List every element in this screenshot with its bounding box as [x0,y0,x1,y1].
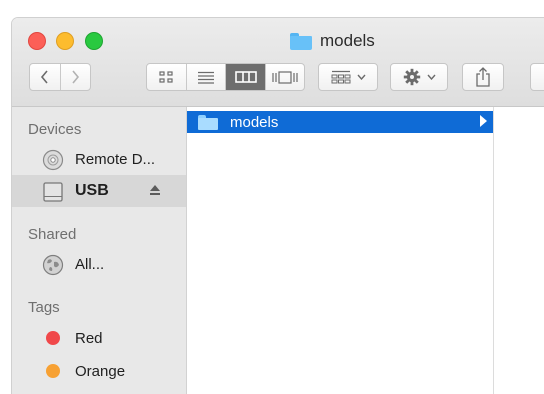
share-button[interactable] [462,63,504,91]
network-globe-icon [42,254,64,276]
sidebar-item-label: USB [75,182,109,199]
sidebar-item-tag-red[interactable]: Red [12,322,186,354]
chevron-down-icon [356,74,366,80]
finder-window: models Devices Remote D... USB Shared Al… [12,18,544,394]
arrange-button[interactable] [318,63,378,91]
folder-icon [198,114,218,130]
view-mode-control [146,63,305,91]
window-title: models [290,30,375,52]
sidebar-header-tags: Tags [28,299,60,316]
sidebar-header-shared: Shared [28,226,77,243]
sidebar-item-label: Red [75,329,103,347]
sidebar-item-label: Remote D... [75,150,156,168]
sidebar-header-devices: Devices [28,121,82,138]
column-browser: models [187,107,494,394]
edit-tags-button[interactable] [530,63,544,91]
chevron-right-icon [72,70,80,84]
chevron-down-icon [426,74,436,80]
fullscreen-window-button[interactable] [85,32,103,50]
column-view-icon [235,71,257,83]
column-view-button[interactable] [225,64,266,90]
arrange-grid-icon [331,70,350,84]
close-window-button[interactable] [28,32,46,50]
icon-view-button[interactable] [147,64,186,90]
cover-flow-icon [272,70,298,84]
sidebar-item-label: All... [75,255,105,273]
sidebar-item-usb[interactable]: USB [12,175,186,207]
remote-disc-icon [42,149,64,171]
gear-icon [403,68,420,86]
action-button[interactable] [390,63,448,91]
sidebar-item-label: Orange [75,362,126,380]
list-view-icon [198,71,215,84]
red-tag-icon [46,331,60,345]
orange-tag-icon [46,364,60,378]
eject-icon[interactable] [148,183,162,202]
forward-button[interactable] [59,64,90,90]
navigation-buttons [29,63,91,91]
column-item-label: models [230,113,279,131]
folder-icon [290,32,312,50]
sidebar-item-tag-orange[interactable]: Orange [12,355,186,387]
cover-flow-button[interactable] [265,64,304,90]
window-title-text: models [320,31,375,50]
sidebar-item-all-shared[interactable]: All... [12,248,186,280]
disclosure-arrow-icon [480,115,487,127]
external-drive-icon [42,181,64,203]
column-item-models[interactable]: models [187,111,493,133]
share-icon [476,67,490,87]
chevron-left-icon [40,70,48,84]
back-button[interactable] [30,64,60,90]
minimize-window-button[interactable] [56,32,74,50]
titlebar: models [12,18,544,107]
sidebar-item-remote-disc[interactable]: Remote D... [12,143,186,175]
sidebar: Devices Remote D... USB Shared All... Ta… [12,107,187,394]
list-view-button[interactable] [185,64,226,90]
icon-view-icon [159,71,173,83]
